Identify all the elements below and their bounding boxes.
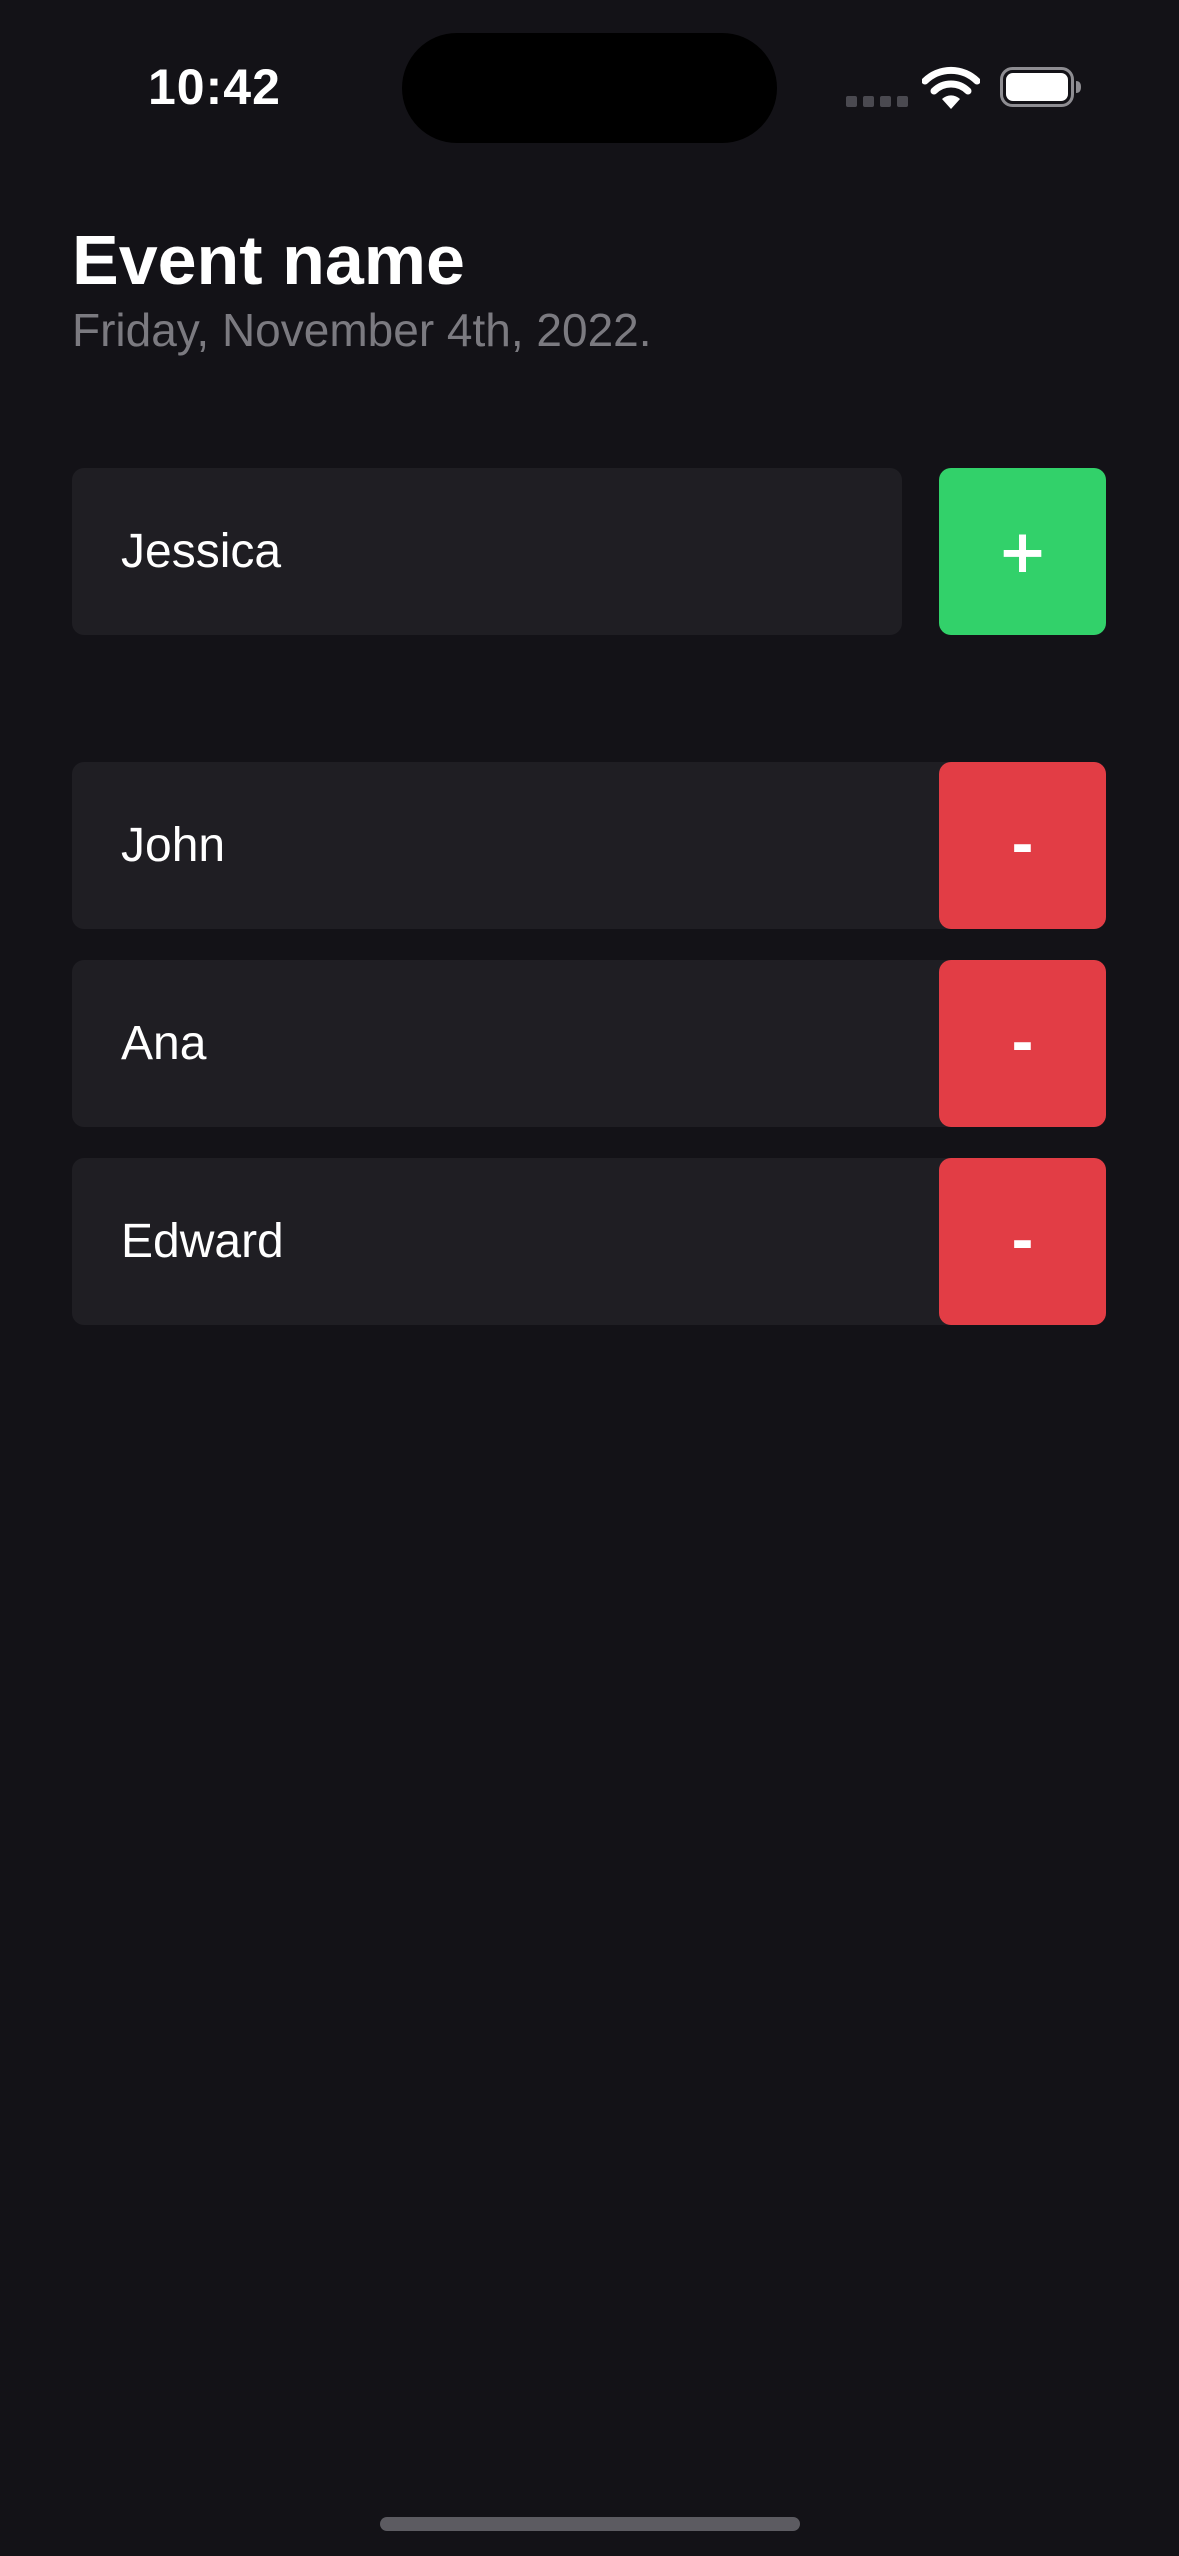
wifi-icon [922, 66, 980, 109]
remove-guest-button[interactable]: - [939, 762, 1106, 929]
guest-row: Edward - [72, 1158, 1106, 1325]
status-time: 10:42 [148, 59, 281, 115]
cellular-signal-icon [846, 96, 908, 107]
guest-row: John - [72, 762, 1106, 929]
guest-name: John [121, 819, 226, 872]
home-indicator[interactable] [380, 2517, 800, 2531]
guest-name: Edward [121, 1215, 284, 1268]
remove-guest-button[interactable]: - [939, 960, 1106, 1127]
remove-guest-button[interactable]: - [939, 1158, 1106, 1325]
guest-name: Ana [121, 1017, 207, 1070]
dynamic-island [402, 33, 777, 143]
guest-row: Ana - [72, 960, 1106, 1127]
add-guest-button[interactable]: + [939, 468, 1106, 635]
event-date: Friday, November 4th, 2022. [72, 304, 652, 356]
page-title: Event name [72, 221, 465, 299]
guest-name-input[interactable] [72, 468, 902, 635]
battery-icon [1000, 67, 1081, 107]
